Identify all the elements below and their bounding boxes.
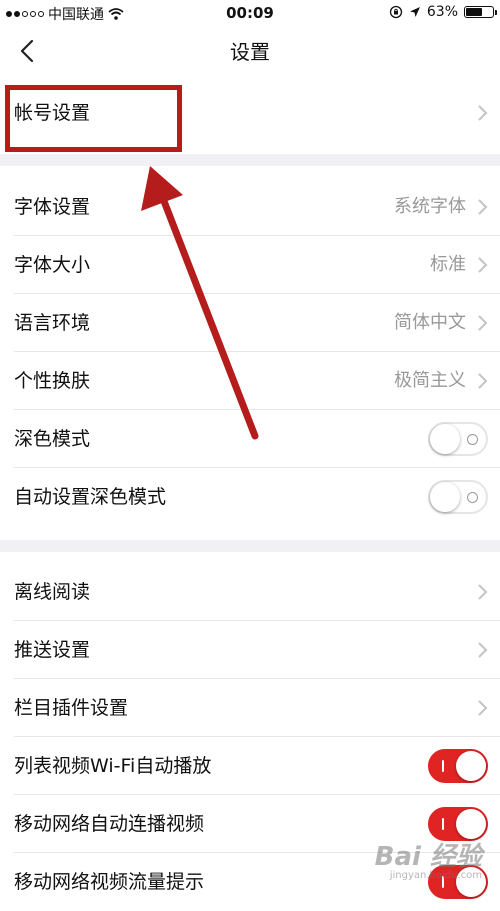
chevron-right-icon	[478, 199, 488, 215]
watermark-url: jingyan.baidu.com	[389, 870, 482, 881]
chevron-right-icon	[478, 315, 488, 331]
battery-fill	[466, 8, 482, 16]
section-divider	[0, 154, 500, 166]
offline-reading-row[interactable]: 离线阅读	[0, 563, 500, 621]
chevron-right-icon	[478, 700, 488, 716]
chevron-right-icon	[478, 373, 488, 389]
dark-mode-label: 深色模式	[14, 428, 91, 450]
wifi-autoplay-label: 列表视频Wi-Fi自动播放	[14, 755, 212, 777]
font-size-row[interactable]: 字体大小 标准	[0, 236, 500, 294]
font-size-label: 字体大小	[14, 254, 91, 276]
dark-mode-row: 深色模式	[0, 410, 500, 468]
mobile-traffic-label: 移动网络视频流量提示	[14, 871, 205, 893]
font-settings-row[interactable]: 字体设置 系统字体	[0, 178, 500, 236]
language-row[interactable]: 语言环境 简体中文	[0, 294, 500, 352]
display-section: 字体设置 系统字体 字体大小 标准 语言环境 简体中文 个性换肤 极简主义 深色…	[0, 178, 500, 526]
skin-value: 极简主义	[394, 370, 466, 391]
push-settings-label: 推送设置	[14, 639, 91, 661]
back-chevron-icon[interactable]	[14, 36, 44, 66]
nav-bar: 设置	[0, 26, 500, 76]
offline-reading-label: 离线阅读	[14, 581, 91, 603]
mobile-autoplay-label: 移动网络自动连播视频	[14, 813, 205, 835]
battery-icon	[464, 6, 497, 18]
auto-dark-mode-label: 自动设置深色模式	[14, 486, 167, 508]
location-arrow-icon	[409, 7, 420, 17]
chevron-right-icon	[478, 584, 488, 600]
wifi-autoplay-toggle[interactable]	[428, 749, 488, 783]
chevron-right-icon	[478, 642, 488, 658]
section-divider	[0, 540, 500, 552]
auto-dark-mode-row: 自动设置深色模式	[0, 468, 500, 526]
font-settings-label: 字体设置	[14, 196, 91, 218]
annotation-highlight-box	[5, 85, 182, 152]
dark-mode-toggle[interactable]	[428, 422, 488, 456]
orientation-lock-icon	[389, 5, 403, 19]
chevron-right-icon	[478, 257, 488, 273]
watermark: Bai 经验 jingyan.baidu.com	[375, 844, 482, 881]
language-value: 简体中文	[394, 312, 466, 333]
mobile-autoplay-toggle[interactable]	[428, 807, 488, 841]
watermark-logo: Bai 经验	[374, 842, 482, 872]
battery-percent: 63%	[426, 4, 458, 20]
status-right: 63%	[389, 4, 497, 20]
push-settings-row[interactable]: 推送设置	[0, 621, 500, 679]
column-plugin-label: 栏目插件设置	[14, 697, 129, 719]
font-settings-value: 系统字体	[394, 196, 466, 217]
status-bar: 中国联通 00:09 63%	[0, 0, 500, 26]
column-plugin-row[interactable]: 栏目插件设置	[0, 679, 500, 737]
page-title: 设置	[230, 40, 270, 64]
skin-label: 个性换肤	[14, 370, 91, 392]
language-label: 语言环境	[14, 312, 91, 334]
chevron-right-icon	[478, 105, 488, 121]
wifi-autoplay-row: 列表视频Wi-Fi自动播放	[0, 737, 500, 795]
auto-dark-mode-toggle[interactable]	[428, 480, 488, 514]
font-size-value: 标准	[430, 254, 466, 275]
skin-row[interactable]: 个性换肤 极简主义	[0, 352, 500, 410]
